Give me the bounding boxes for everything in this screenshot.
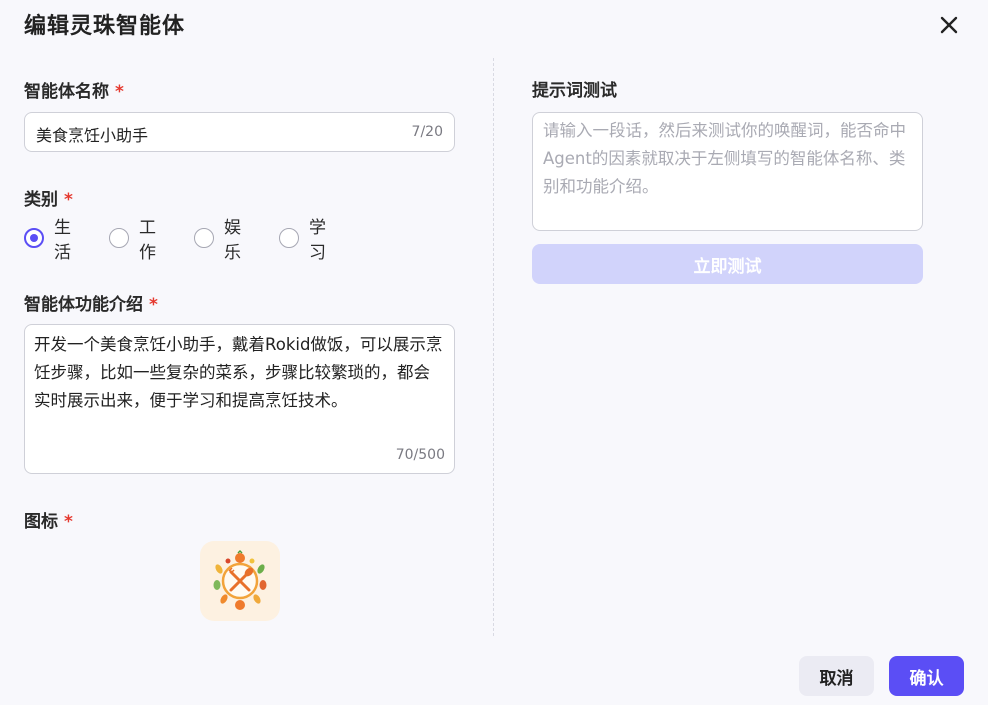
required-mark: *	[115, 82, 124, 102]
test-now-button[interactable]: 立即测试	[532, 244, 923, 284]
close-button[interactable]	[934, 10, 964, 40]
icon-label: 图标 *	[24, 507, 73, 532]
radio-label: 学习	[309, 218, 326, 263]
radio-circle	[24, 228, 44, 248]
radio-option-entertainment[interactable]: 娱乐	[194, 218, 241, 263]
description-value: 开发一个美食烹饪小助手，戴着Rokid做饭，可以展示烹饪步骤，比如一些复杂的菜系…	[34, 335, 443, 410]
radio-option-work[interactable]: 工作	[109, 218, 156, 263]
name-label-text: 智能体名称	[24, 82, 109, 102]
cancel-button[interactable]: 取消	[799, 656, 874, 696]
radio-circle	[279, 228, 299, 248]
radio-circle	[194, 228, 214, 248]
description-char-counter: 70/500	[395, 447, 445, 463]
radio-option-life[interactable]: 生活	[24, 218, 71, 263]
radio-label: 工作	[139, 218, 156, 263]
required-mark: *	[64, 190, 73, 210]
close-icon	[940, 16, 958, 34]
category-label-text: 类别	[24, 190, 58, 210]
agent-icon-picker[interactable]	[200, 541, 280, 621]
confirm-button[interactable]: 确认	[889, 656, 964, 696]
radio-circle	[109, 228, 129, 248]
dialog-title: 编辑灵珠智能体	[24, 14, 186, 39]
prompt-test-input[interactable]: 请输入一段话，然后来测试你的唤醒词，能否命中Agent的因素就取决于左侧填写的智…	[532, 112, 923, 231]
prompt-test-label: 提示词测试	[532, 81, 617, 101]
cooking-plate-icon	[213, 549, 267, 610]
description-label: 智能体功能介绍 *	[24, 290, 158, 315]
radio-label: 娱乐	[224, 218, 241, 263]
required-mark: *	[64, 512, 73, 532]
column-divider	[493, 58, 494, 636]
required-mark: *	[149, 295, 158, 315]
name-char-counter: 7/20	[411, 124, 443, 140]
prompt-test-placeholder: 请输入一段话，然后来测试你的唤醒词，能否命中Agent的因素就取决于左侧填写的智…	[543, 121, 906, 196]
radio-label: 生活	[54, 218, 71, 263]
category-label: 类别 *	[24, 185, 73, 210]
description-label-text: 智能体功能介绍	[24, 295, 143, 315]
name-input[interactable]: 美食烹饪小助手 7/20	[24, 112, 455, 152]
name-input-value: 美食烹饪小助手	[36, 126, 149, 145]
description-textarea[interactable]: 开发一个美食烹饪小助手，戴着Rokid做饭，可以展示烹饪步骤，比如一些复杂的菜系…	[24, 324, 455, 474]
radio-option-study[interactable]: 学习	[279, 218, 326, 263]
name-label: 智能体名称 *	[24, 77, 124, 102]
icon-label-text: 图标	[24, 512, 58, 532]
